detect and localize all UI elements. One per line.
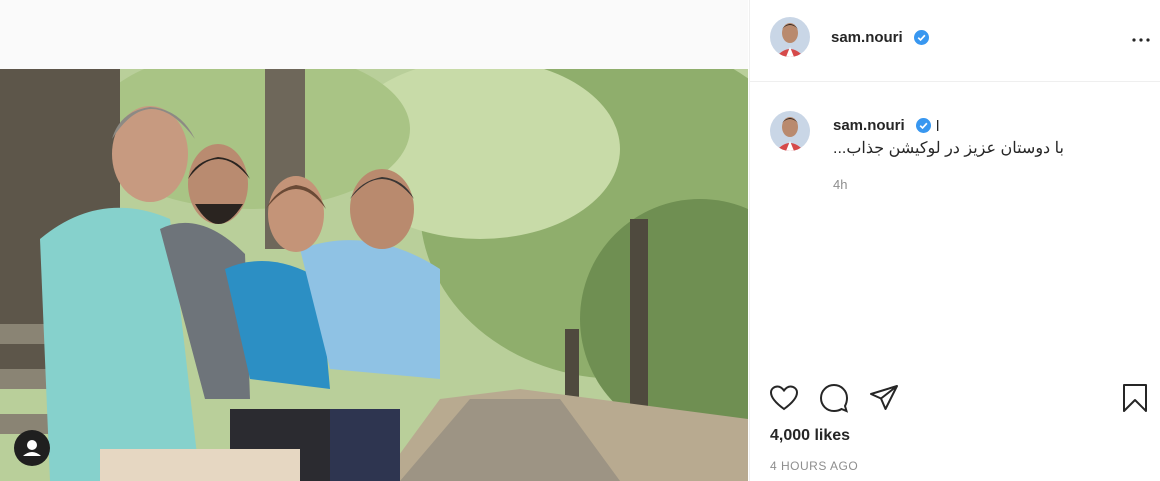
post-header: sam.nouri: [750, 0, 1160, 82]
caption-avatar[interactable]: [770, 111, 810, 151]
likes-count[interactable]: 4,000 likes: [770, 427, 850, 445]
post-timestamp[interactable]: 4 HOURS AGO: [770, 459, 858, 473]
caption-time[interactable]: 4h: [833, 177, 847, 192]
heart-icon[interactable]: [768, 382, 800, 414]
username[interactable]: sam.nouri: [831, 29, 903, 46]
caption-suffix: l: [936, 118, 940, 135]
caption-text: با دوستان عزیز در لوکیشن جذاب...: [833, 138, 1093, 158]
post-sidebar: sam.nouri sam.nouri l با دوستان عزیز در …: [749, 0, 1160, 481]
comment-icon[interactable]: [818, 382, 850, 414]
caption-username[interactable]: sam.nouri: [833, 117, 905, 134]
action-bar: [750, 378, 1160, 418]
share-icon[interactable]: [868, 382, 900, 414]
photo-pane: [0, 0, 748, 481]
more-options-icon[interactable]: [1129, 28, 1153, 52]
bookmark-icon[interactable]: [1119, 382, 1151, 414]
post-photo[interactable]: [0, 69, 748, 481]
avatar[interactable]: [770, 17, 810, 57]
user-tag-icon[interactable]: [14, 430, 50, 466]
verified-badge-icon: [914, 30, 929, 45]
caption-text-content: با دوستان عزیز در لوکیشن جذاب...: [833, 140, 1064, 157]
verified-badge-icon: [916, 118, 931, 133]
